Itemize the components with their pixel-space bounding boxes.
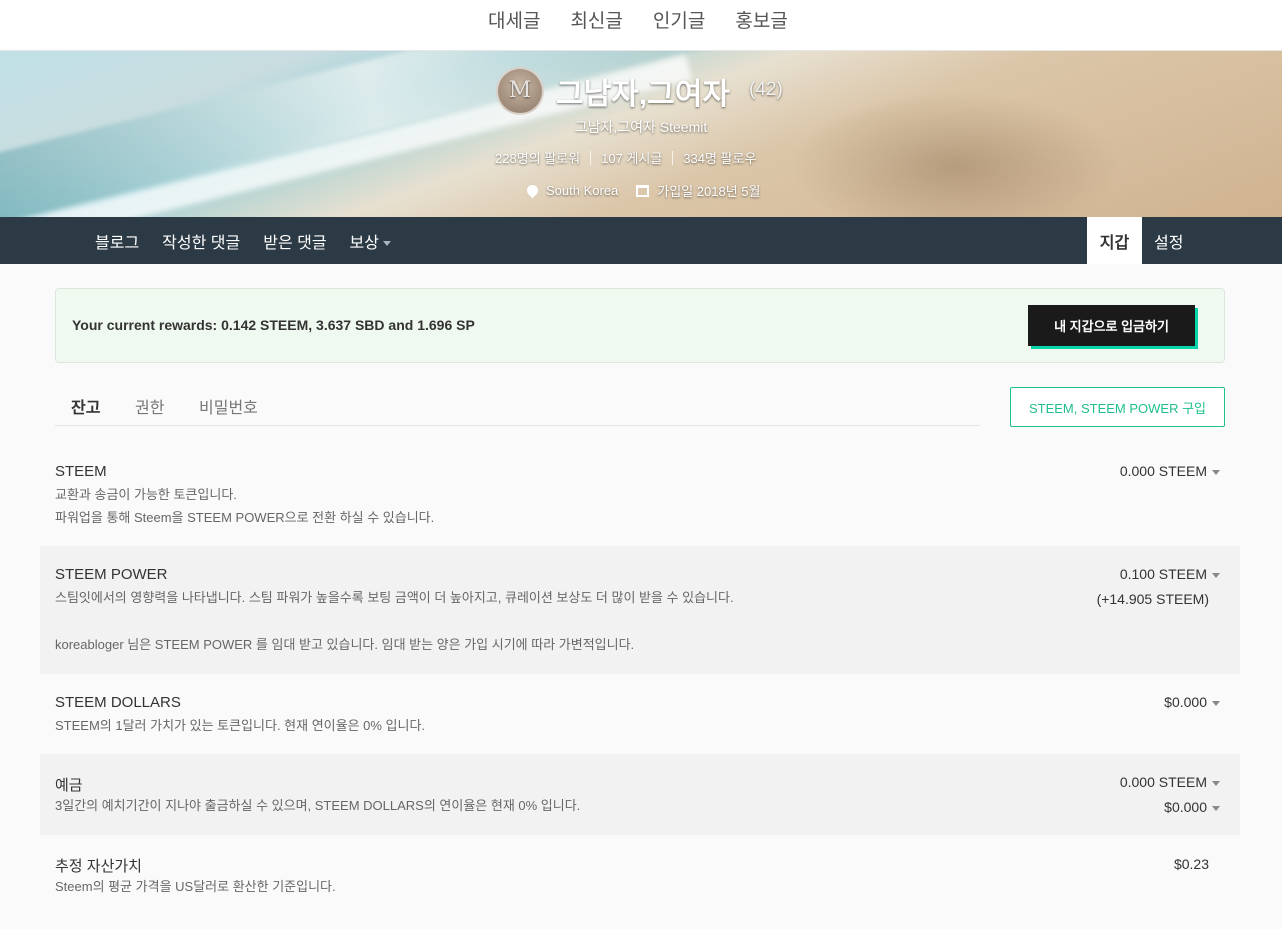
balance-desc: 3일간의 예치기간이 지나야 출금하실 수 있으며, STEEM DOLLARS… [55,798,581,813]
chevron-down-icon [1212,700,1220,706]
balance-row-estimated-value: 추정 자산가치 Steem의 평균 가격을 US달러로 환산한 기준입니다. $… [40,835,1240,915]
chevron-down-icon [1212,805,1220,811]
post-count: 107 게시글 [601,151,663,166]
divider [672,150,674,165]
balance-title: STEEM [55,463,107,480]
steem-power-dropdown[interactable]: 0.100 STEEM [1120,566,1220,582]
followers-link[interactable]: 228명의 팔로워 [495,148,580,167]
tab-balance[interactable]: 잔고 [71,394,100,418]
following-link[interactable]: 334명 팔로우 [683,148,756,167]
balance-value: 0.000 STEEM [1119,463,1207,479]
nav-trending[interactable]: 대세글 [488,6,540,33]
divider [590,150,592,165]
claim-rewards-button[interactable]: 내 지갑으로 입금하기 [1028,305,1195,346]
nav-hot[interactable]: 인기글 [653,6,705,33]
location: South Korea [546,183,619,198]
profile-nav: 블로그 작성한 댓글 받은 댓글 보상 지갑 설정 [0,217,1282,264]
balance-value: 0.100 STEEM [1119,566,1207,582]
tab-permissions[interactable]: 권한 [135,394,164,418]
tab-rewards[interactable]: 보상 [350,229,391,253]
profile-about: 그남자,그여자 Steemit [574,119,708,135]
balance-desc: 교환과 송금이 가능한 토큰입니다. [55,487,237,502]
balance-row-savings: 예금 3일간의 예치기간이 지나야 출금하실 수 있으며, STEEM DOLL… [40,754,1240,835]
tab-replies[interactable]: 받은 댓글 [263,229,326,253]
chevron-down-icon [1212,780,1220,786]
profile-meta: South Korea 가입일 2018년 5월 [524,181,761,200]
balance-desc: koreabloger 님은 STEEM POWER 를 임대 받고 있습니다.… [55,637,635,652]
balance-row-steem-dollars: STEEM DOLLARS STEEM의 1달러 가치가 있는 토큰입니다. 현… [40,674,1240,754]
buy-steem-button[interactable]: STEEM, STEEM POWER 구입 [1010,387,1225,427]
balance-value: $0.000 [1164,694,1207,710]
balance-row-steem-power: STEEM POWER 스팀잇에서의 영향력을 나타냅니다. 스팀 파워가 높을… [40,546,1240,674]
rewards-text: Your current rewards: 0.142 STEEM, 3.637… [72,317,475,333]
avatar[interactable] [496,67,544,115]
balance-title: 추정 자산가치 [55,858,142,875]
estimated-value: $0.23 [1173,856,1209,872]
profile-banner: 그남자,그여자 (42) 그남자,그여자 Steemit 228명의 팔로워 1… [0,51,1282,217]
profile-stats: 228명의 팔로워 107 게시글 334명 팔로우 [495,148,756,167]
tab-password[interactable]: 비밀번호 [199,394,258,418]
nav-new[interactable]: 최신글 [570,6,622,33]
chevron-down-icon [383,240,391,246]
tab-settings[interactable]: 설정 [1154,217,1183,264]
balance-title: 예금 [55,777,83,794]
balance-row-steem: STEEM 교환과 송금이 가능한 토큰입니다. 파워업을 통해 Steem을 … [40,450,1240,546]
profile-name: 그남자,그여자 [556,78,730,111]
location-pin-icon [524,182,541,199]
join-date: 가입일 2018년 5월 [657,184,761,199]
tab-comments[interactable]: 작성한 댓글 [162,229,240,253]
reputation-score: (42) [749,79,783,100]
tab-blog[interactable]: 블로그 [95,229,139,253]
balance-desc: Steem의 평균 가격을 US달러로 환산한 기준입니다. [55,879,336,894]
steem-balance-dropdown[interactable]: 0.000 STEEM [1120,463,1220,479]
savings-sbd-dropdown[interactable]: $0.000 [1164,799,1220,815]
balance-title: STEEM DOLLARS [55,694,181,711]
tab-rewards-label: 보상 [349,234,379,252]
delegated-steem-power: (+14.905 STEEM) [1096,591,1209,607]
balance-value: $0.000 [1164,799,1207,815]
nav-promoted[interactable]: 홍보글 [735,6,787,33]
chevron-down-icon [1212,572,1220,578]
steem-dollars-dropdown[interactable]: $0.000 [1164,694,1220,710]
balance-desc: STEEM의 1달러 가치가 있는 토큰입니다. 현재 연이율은 0% 입니다. [55,718,426,733]
balance-desc: 파워업을 통해 Steem을 STEEM POWER으로 전환 하실 수 있습니… [55,510,435,525]
chevron-down-icon [1212,469,1220,475]
top-nav: 대세글 최신글 인기글 홍보글 [0,0,1282,51]
balance-title: STEEM POWER [55,566,168,583]
tab-wallet[interactable]: 지갑 [1087,217,1142,264]
calendar-icon [636,184,650,197]
savings-steem-dropdown[interactable]: 0.000 STEEM [1120,774,1220,790]
balance-value: 0.000 STEEM [1119,774,1207,790]
rewards-box: Your current rewards: 0.142 STEEM, 3.637… [55,288,1225,363]
top-nav-links: 대세글 최신글 인기글 홍보글 [488,6,788,33]
balance-desc: 스팀잇에서의 영향력을 나타냅니다. 스팀 파워가 높을수록 보팅 금액이 더 … [55,590,734,605]
wallet-tabs: 잔고 권한 비밀번호 [55,386,980,426]
